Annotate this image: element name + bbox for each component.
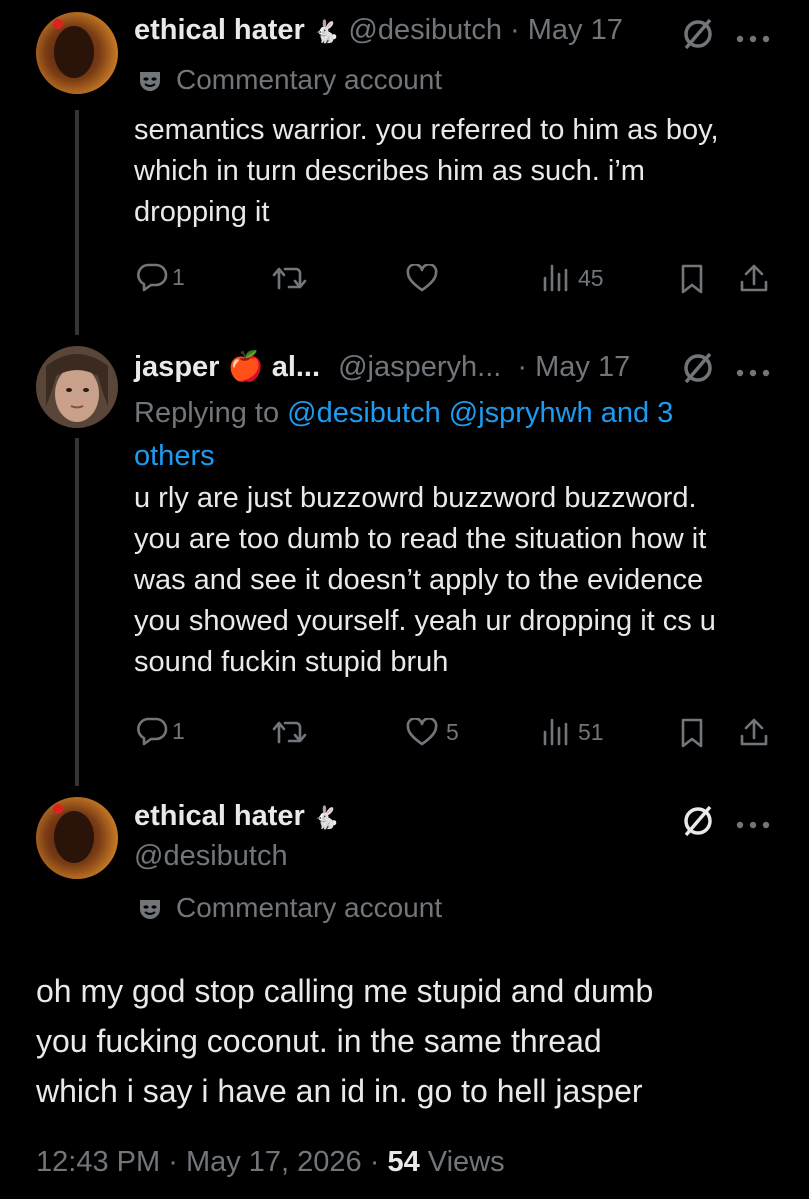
main-tweet-text: oh my god stop calling me stupid and dum…: [36, 966, 796, 1116]
views-icon: [543, 718, 568, 746]
bookmark-icon: [681, 718, 703, 748]
text-line: was and see it doesn’t apply to the evid…: [134, 564, 704, 596]
tweet-time[interactable]: 12:43 PM: [36, 1146, 160, 1178]
date-separator: ·: [517, 351, 528, 383]
reply-button[interactable]: 1: [136, 716, 185, 746]
bookmark-icon: [681, 264, 703, 294]
date-separator: ·: [510, 14, 520, 46]
tweet-date[interactable]: May 17, 2026: [186, 1146, 362, 1178]
text-line: sound fuckin stupid bruh: [134, 646, 449, 678]
reply-icon: [137, 717, 168, 746]
text-line: you showed yourself. yeah ur dropping it…: [134, 605, 716, 637]
retweet-button[interactable]: [272, 718, 308, 746]
views-count: 45: [578, 264, 604, 291]
like-icon: [406, 264, 438, 292]
account-badge: Commentary account: [176, 892, 443, 923]
text-line: dropping it: [134, 196, 270, 228]
display-name[interactable]: ethical hater: [134, 14, 305, 46]
mask-icon: [138, 68, 162, 92]
tweet-text: u rly are just buzzowrd buzzword buzzwor…: [134, 478, 794, 683]
more-icon[interactable]: [736, 364, 770, 382]
thread-line: [75, 438, 79, 786]
reply-count: 1: [172, 263, 185, 290]
name-emoji: 🍎: [227, 351, 264, 383]
bookmark-button[interactable]: [680, 264, 704, 294]
text-line: oh my god stop calling me stupid and dum…: [36, 973, 654, 1009]
account-badge: Commentary account: [176, 64, 443, 95]
tweet-meta: 12:43 PM · May 17, 2026 · 54 Views: [36, 1146, 505, 1179]
share-button[interactable]: [738, 262, 770, 294]
tweet-text: semantics warrior. you referred to him a…: [134, 110, 794, 233]
handle[interactable]: @desibutch: [348, 14, 502, 46]
views-icon: [543, 264, 568, 292]
share-icon: [740, 718, 768, 746]
no-sign-icon[interactable]: [680, 803, 716, 844]
name-emoji: 🐇: [312, 19, 341, 44]
tweet-date[interactable]: May 17: [535, 351, 630, 383]
like-count: 5: [446, 718, 459, 745]
reply-count: 1: [172, 717, 185, 744]
like-button[interactable]: 5: [406, 718, 459, 746]
display-name[interactable]: jasper: [134, 351, 219, 383]
like-button[interactable]: [406, 264, 438, 292]
retweet-button[interactable]: [272, 264, 308, 292]
reply-icon: [137, 263, 168, 292]
reply-button[interactable]: 1: [136, 262, 185, 292]
meta-separator: ·: [369, 1146, 380, 1178]
retweet-icon: [272, 267, 307, 290]
text-line: which i say i have an id in. go to hell …: [36, 1073, 643, 1109]
views-button[interactable]: 45: [542, 264, 604, 292]
handle[interactable]: @desibutch: [134, 840, 288, 873]
views-button[interactable]: 51: [542, 718, 604, 746]
like-icon: [406, 718, 438, 746]
more-icon[interactable]: [736, 816, 770, 834]
mask-icon: [138, 896, 162, 920]
replying-prefix: Replying to: [134, 397, 280, 429]
text-line: semantics warrior. you referred to him a…: [134, 114, 719, 146]
display-name[interactable]: ethical hater: [134, 800, 305, 832]
display-name-suffix[interactable]: al...: [272, 351, 320, 383]
views-count: 54: [387, 1146, 420, 1178]
share-icon: [740, 264, 768, 292]
text-line: which in turn describes him as such. i’m: [134, 155, 645, 187]
name-emoji: 🐇: [312, 805, 341, 830]
bookmark-button[interactable]: [680, 718, 704, 748]
meta-separator: ·: [168, 1146, 178, 1178]
handle[interactable]: @jasperyh...: [338, 351, 501, 383]
avatar[interactable]: [36, 346, 118, 428]
replying-to-links[interactable]: @desibutch @jspryhwh and 3: [287, 397, 673, 429]
no-sign-icon[interactable]: [680, 350, 716, 391]
retweet-icon: [272, 721, 307, 744]
replying-to-others[interactable]: others: [134, 435, 673, 478]
more-icon[interactable]: [736, 30, 770, 48]
tweet-date[interactable]: May 17: [528, 14, 623, 46]
no-sign-icon[interactable]: [680, 16, 716, 57]
views-count: 51: [578, 718, 604, 745]
text-line: you fucking coconut. in the same thread: [36, 1023, 602, 1059]
avatar[interactable]: [36, 12, 118, 94]
text-line: you are too dumb to read the situation h…: [134, 523, 707, 555]
thread-line: [75, 110, 79, 335]
share-button[interactable]: [738, 716, 770, 748]
views-label: Views: [427, 1146, 505, 1178]
avatar[interactable]: [36, 797, 118, 879]
text-line: u rly are just buzzowrd buzzword buzzwor…: [134, 482, 697, 514]
